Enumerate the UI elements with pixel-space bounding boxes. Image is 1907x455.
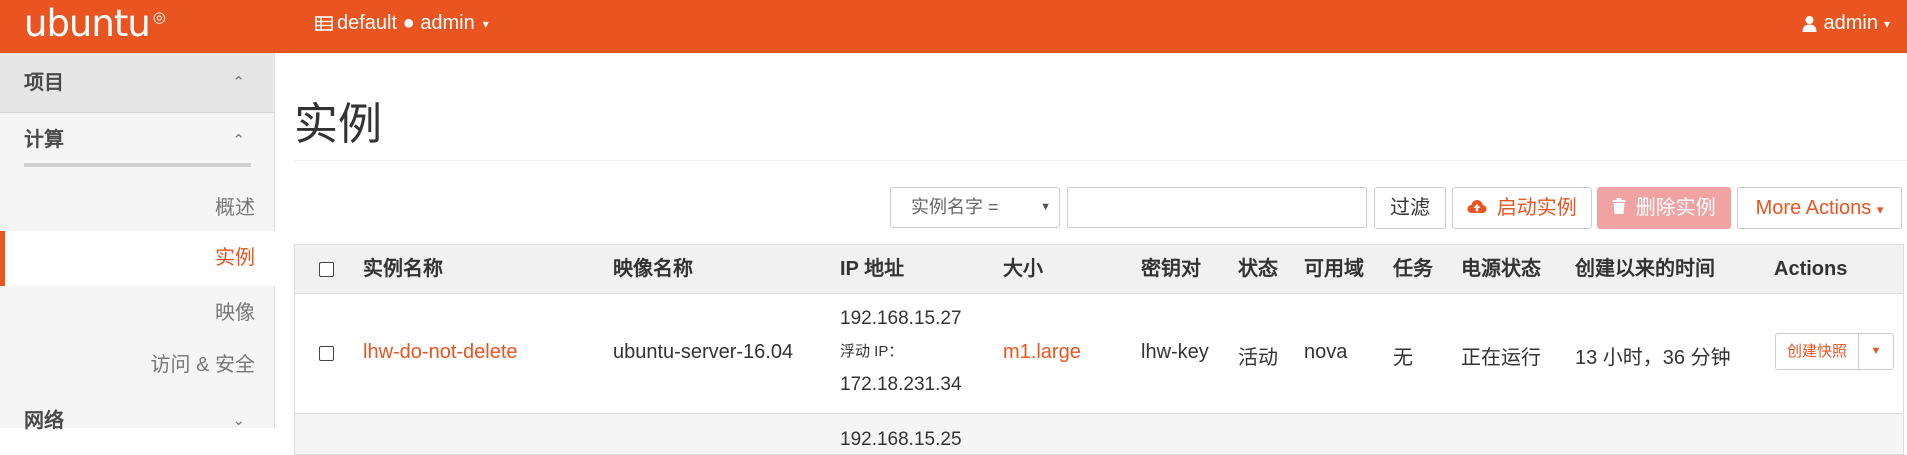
create-snapshot-button[interactable]: 创建快照	[1775, 333, 1859, 370]
floating-ip-label: 浮动 IP：	[840, 343, 904, 360]
chevron-up-icon: ⌃	[232, 74, 245, 91]
age: 13 小时，36 分钟	[1575, 347, 1731, 369]
circle-of-friends-icon: ◎	[152, 9, 166, 26]
floating-ip: 172.18.231.34	[840, 374, 962, 395]
chevron-down-icon: ▾	[482, 16, 489, 31]
filter-field-select[interactable]: 实例名字 = ▼	[890, 187, 1060, 228]
sidebar-section-label: 网络	[24, 410, 64, 432]
chevron-down-icon: ⌄	[232, 412, 245, 429]
dropdown-arrow-icon: ▼	[1040, 201, 1051, 213]
column-header-age[interactable]: 创建以来的时间	[1575, 245, 1715, 294]
filter-button[interactable]: 过滤	[1374, 187, 1446, 229]
column-header-name[interactable]: 实例名称	[363, 245, 443, 294]
page-title: 实例	[294, 100, 382, 149]
delete-instances-button[interactable]: 删除实例	[1597, 187, 1731, 229]
sidebar-item-instances[interactable]: 实例	[0, 231, 275, 286]
column-header-power[interactable]: 电源状态	[1461, 245, 1541, 294]
select-all-checkbox[interactable]	[319, 262, 334, 277]
instance-name-link[interactable]: lhw-do-not-delete	[363, 341, 518, 364]
sidebar-item-images[interactable]: 映像	[0, 293, 275, 333]
trash-icon	[1612, 198, 1626, 214]
row-actions-dropdown-toggle[interactable]: ▼	[1858, 333, 1894, 370]
chevron-down-icon: ▾	[1876, 202, 1884, 217]
table-header: 实例名称 映像名称 IP 地址 大小 密钥对 状态 可用域 任务 电源状态 创建…	[295, 245, 1903, 294]
project-picker-label: default ● admin	[337, 12, 475, 34]
keypair: lhw-key	[1141, 341, 1209, 363]
more-actions-label: More Actions	[1755, 197, 1872, 219]
brand-text: ubuntu	[24, 2, 151, 45]
column-header-actions: Actions	[1774, 258, 1848, 280]
table-icon	[315, 16, 333, 31]
fixed-ip: 192.168.15.25	[840, 429, 962, 450]
ip-addresses: 192.168.15.27 浮动 IP： 172.18.231.34	[840, 302, 962, 401]
chevron-up-icon: ⌃	[232, 132, 245, 149]
row-checkbox[interactable]	[319, 346, 334, 361]
sidebar-section-network[interactable]: 网络 ⌄	[0, 401, 275, 441]
launch-instance-button[interactable]: 启动实例	[1452, 187, 1592, 229]
power-state: 正在运行	[1461, 347, 1541, 369]
filter-input[interactable]	[1067, 187, 1367, 228]
table-row: lhw-do-not-delete ubuntu-server-16.04 19…	[295, 294, 1903, 414]
chevron-down-icon: ▾	[1883, 16, 1890, 31]
launch-instance-label: 启动实例	[1496, 197, 1577, 219]
sidebar-section-label: 项目	[24, 72, 64, 94]
top-navbar: ubuntu ◎ default ● admin ▾ admin ▾	[0, 0, 1907, 53]
sidebar-item-overview[interactable]: 概述	[0, 188, 275, 228]
instances-table: 实例名称 映像名称 IP 地址 大小 密钥对 状态 可用域 任务 电源状态 创建…	[294, 244, 1904, 455]
title-divider	[294, 160, 1907, 161]
cloud-upload-icon	[1467, 200, 1487, 213]
column-header-az[interactable]: 可用域	[1304, 245, 1364, 294]
user-menu[interactable]: admin ▾	[1802, 12, 1890, 35]
fixed-ip: 192.168.15.27	[840, 308, 962, 329]
column-header-size[interactable]: 大小	[1003, 245, 1043, 294]
delete-instances-label: 删除实例	[1635, 197, 1716, 219]
sidebar-section-project[interactable]: 项目 ⌃	[0, 53, 275, 113]
more-actions-button[interactable]: More Actions ▾	[1737, 187, 1902, 229]
section-divider	[24, 163, 251, 167]
image-name: ubuntu-server-16.04	[613, 341, 794, 363]
status: 活动	[1238, 347, 1278, 369]
column-header-task[interactable]: 任务	[1393, 245, 1433, 294]
sidebar-section-compute[interactable]: 计算 ⌃	[0, 113, 275, 168]
column-header-keypair[interactable]: 密钥对	[1141, 245, 1201, 294]
project-picker[interactable]: default ● admin ▾	[315, 12, 489, 35]
flavor-link[interactable]: m1.large	[1003, 341, 1081, 364]
sidebar-section-label: 计算	[24, 129, 64, 151]
task: 无	[1393, 347, 1413, 369]
chevron-down-icon: ▼	[1870, 345, 1882, 357]
sidebar-item-access-security[interactable]: 访问 & 安全	[0, 345, 275, 385]
availability-zone: nova	[1304, 341, 1348, 363]
column-header-image[interactable]: 映像名称	[613, 245, 693, 294]
table-row: 192.168.15.25	[295, 414, 1903, 454]
column-header-status[interactable]: 状态	[1238, 245, 1278, 294]
sidebar: 项目 ⌃ 计算 ⌃ 概述 实例 映像 访问 & 安全 网络 ⌄	[0, 53, 275, 432]
filter-select-value: 实例名字 =	[911, 197, 999, 217]
column-header-ip[interactable]: IP 地址	[840, 245, 904, 294]
ubuntu-logo[interactable]: ubuntu ◎	[24, 2, 166, 50]
user-menu-label: admin	[1823, 12, 1878, 34]
user-icon	[1802, 16, 1817, 32]
